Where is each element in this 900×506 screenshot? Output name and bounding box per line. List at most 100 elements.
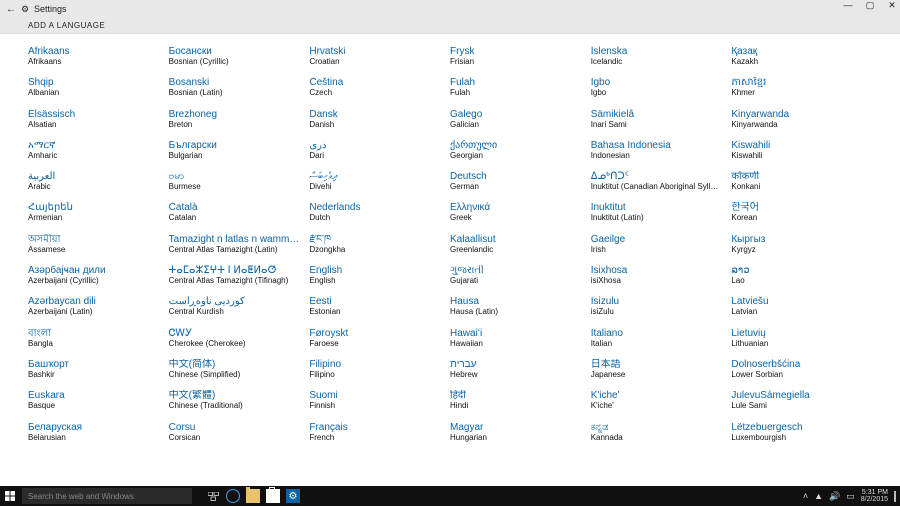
language-item[interactable]: Tamazight n latlas n wamm…Central Atlas … (169, 234, 300, 255)
language-item[interactable]: GalegoGalician (450, 109, 581, 130)
language-item[interactable]: FulahFulah (450, 77, 581, 98)
language-item[interactable]: БългарскиBulgarian (169, 140, 300, 161)
language-item[interactable]: БеларускаяBelarusian (28, 422, 159, 443)
task-view-button[interactable] (206, 489, 220, 503)
language-item[interactable]: हिंदीHindi (450, 390, 581, 411)
language-item[interactable]: کوردیی ناوەڕاستCentral Kurdish (169, 296, 300, 317)
language-item[interactable]: རྫོང་ཁDzongkha (309, 234, 440, 255)
language-item[interactable]: ދިވެހިބަސްDivehi (309, 171, 440, 192)
language-item[interactable]: 日本語Japanese (591, 359, 722, 380)
language-item[interactable]: HrvatskiCroatian (309, 46, 440, 67)
language-item[interactable]: 中文(繁體)Chinese (Traditional) (169, 390, 300, 411)
language-item[interactable]: ՀայերենArmenian (28, 202, 159, 223)
language-native-name: Corsu (169, 422, 300, 433)
language-item[interactable]: KalaallisutGreenlandic (450, 234, 581, 255)
language-item[interactable]: NederlandsDutch (309, 202, 440, 223)
language-item[interactable]: ქართულიGeorgian (450, 140, 581, 161)
window-controls: — ▢ ✕ (842, 0, 898, 11)
back-button[interactable]: ← (4, 4, 18, 15)
language-item[interactable]: አማርኛAmharic (28, 140, 159, 161)
action-center-icon[interactable] (894, 492, 896, 501)
language-item[interactable]: العربيةArabic (28, 171, 159, 192)
language-item[interactable]: 한국어Korean (731, 202, 862, 223)
language-item[interactable]: ភាសាខ្មែរKhmer (731, 77, 862, 98)
language-item[interactable]: ÍslenskaIcelandic (591, 46, 722, 67)
language-item[interactable]: КыргызKyrgyz (731, 234, 862, 255)
language-english-name: Kiswahili (731, 152, 862, 161)
settings-app-icon[interactable]: ⚙ (286, 489, 300, 503)
language-item[interactable]: IsixhosaisiXhosa (591, 265, 722, 286)
language-item[interactable]: БашҡортBashkir (28, 359, 159, 380)
language-item[interactable]: JulevuSámegiellaLule Sami (731, 390, 862, 411)
language-item[interactable]: HausaHausa (Latin) (450, 296, 581, 317)
language-item[interactable]: DanskDanish (309, 109, 440, 130)
language-item[interactable]: ItalianoItalian (591, 328, 722, 349)
language-item[interactable]: InuktitutInuktitut (Latin) (591, 202, 722, 223)
language-item[interactable]: DolnoserbšćinaLower Sorbian (731, 359, 862, 380)
language-item[interactable]: עבריתHebrew (450, 359, 581, 380)
language-item[interactable]: K'iche'K'iche' (591, 390, 722, 411)
edge-icon[interactable] (226, 489, 240, 503)
language-item[interactable]: Bahasa IndonesiaIndonesian (591, 140, 722, 161)
language-item[interactable]: অসমীয়াAssamese (28, 234, 159, 255)
minimize-button[interactable]: — (842, 0, 854, 11)
language-item[interactable]: Azərbaycan diliAzerbaijani (Latin) (28, 296, 159, 317)
language-item[interactable]: ҚазақKazakh (731, 46, 862, 67)
language-item[interactable]: ລາວLao (731, 265, 862, 286)
language-item[interactable]: KinyarwandaKinyarwanda (731, 109, 862, 130)
language-item[interactable]: EnglishEnglish (309, 265, 440, 286)
language-item[interactable]: DeutschGerman (450, 171, 581, 192)
language-item[interactable]: HawaiʻiHawaiian (450, 328, 581, 349)
file-explorer-icon[interactable] (246, 489, 260, 503)
language-item[interactable]: SuomiFinnish (309, 390, 440, 411)
language-item[interactable]: FøroysktFaroese (309, 328, 440, 349)
start-button[interactable] (0, 486, 20, 506)
language-item[interactable]: LietuviųLithuanian (731, 328, 862, 349)
close-button[interactable]: ✕ (886, 0, 898, 11)
maximize-button[interactable]: ▢ (864, 0, 876, 11)
store-icon[interactable] (266, 489, 280, 503)
language-item[interactable]: BrezhonegBreton (169, 109, 300, 130)
language-item[interactable]: LatviešuLatvian (731, 296, 862, 317)
language-item[interactable]: বাংলাBangla (28, 328, 159, 349)
language-item[interactable]: FrançaisFrench (309, 422, 440, 443)
language-item[interactable]: MagyarHungarian (450, 422, 581, 443)
language-item[interactable]: BosanskiBosnian (Latin) (169, 77, 300, 98)
language-item[interactable]: ᐃᓄᒃᑎᑐᑦInuktitut (Canadian Aboriginal Syl… (591, 171, 722, 192)
language-item[interactable]: EuskaraBasque (28, 390, 159, 411)
language-item[interactable]: ČeštinaCzech (309, 77, 440, 98)
language-item[interactable]: ဗမာBurmese (169, 171, 300, 192)
language-item[interactable]: ⵜⴰⵎⴰⵣⵉⵖⵜ ⵏ ⵍⴰⵟⵍⴰⵚCentral Atlas Tamazight… (169, 265, 300, 286)
language-item[interactable]: CatalàCatalan (169, 202, 300, 223)
language-item[interactable]: CorsuCorsican (169, 422, 300, 443)
language-item[interactable]: IgboIgbo (591, 77, 722, 98)
language-item[interactable]: EestiEstonian (309, 296, 440, 317)
volume-icon[interactable]: 🔊 (829, 491, 840, 502)
language-item[interactable]: ગુજરાતીGujarati (450, 265, 581, 286)
language-item[interactable]: 中文(简体)Chinese (Simplified) (169, 359, 300, 380)
language-native-name: Brezhoneg (169, 109, 300, 120)
language-item[interactable]: Азәрбајҹан дилиAzerbaijani (Cyrillic) (28, 265, 159, 286)
language-item[interactable]: SämikielâInari Sami (591, 109, 722, 130)
taskbar-clock[interactable]: 5:31 PM 8/2/2015 (861, 489, 888, 503)
language-item[interactable]: LëtzebuergeschLuxembourgish (731, 422, 862, 443)
language-item[interactable]: FryskFrisian (450, 46, 581, 67)
language-item[interactable]: ᏣᎳᎩCherokee (Cherokee) (169, 328, 300, 349)
language-item[interactable]: БосанскиBosnian (Cyrillic) (169, 46, 300, 67)
taskbar-search[interactable]: Search the web and Windows (22, 488, 192, 504)
language-item[interactable]: FilipinoFilipino (309, 359, 440, 380)
language-item[interactable]: IsizuluisiZulu (591, 296, 722, 317)
language-item[interactable]: कोंकणीKonkani (731, 171, 862, 192)
language-native-name: Isizulu (591, 296, 722, 307)
language-item[interactable]: ΕλληνικάGreek (450, 202, 581, 223)
language-item[interactable]: درىDari (309, 140, 440, 161)
language-item[interactable]: ಕನ್ನಡKannada (591, 422, 722, 443)
input-indicator-icon[interactable]: ▭ (846, 491, 855, 502)
language-item[interactable]: GaeilgeIrish (591, 234, 722, 255)
tray-chevron-icon[interactable]: ˄ (803, 491, 808, 501)
language-item[interactable]: KiswahiliKiswahili (731, 140, 862, 161)
language-item[interactable]: AfrikaansAfrikaans (28, 46, 159, 67)
network-icon[interactable]: ▲ (814, 491, 823, 501)
language-item[interactable]: ShqipAlbanian (28, 77, 159, 98)
language-item[interactable]: ElsässischAlsatian (28, 109, 159, 130)
